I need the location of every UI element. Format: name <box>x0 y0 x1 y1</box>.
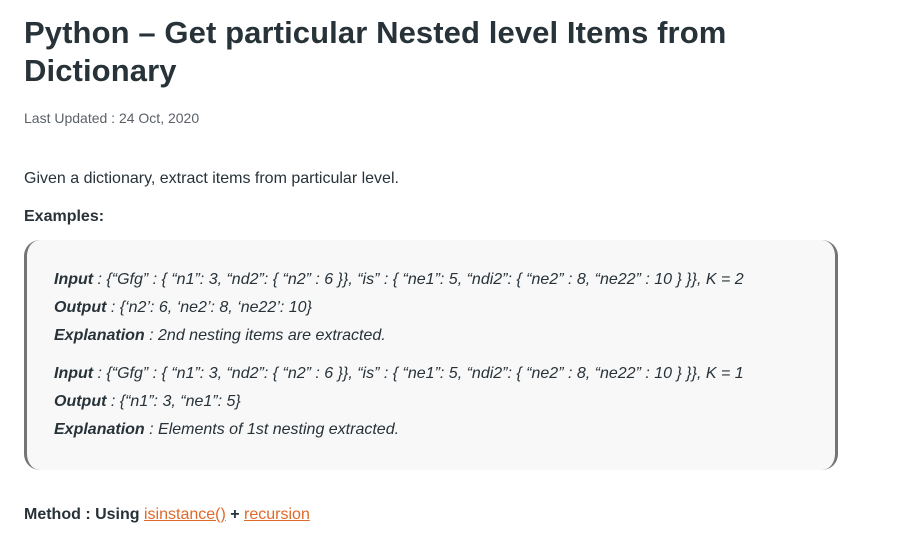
last-updated: Last Updated : 24 Oct, 2020 <box>24 110 200 126</box>
isinstance-link[interactable]: isinstance() <box>144 506 226 523</box>
output-label: Output <box>54 299 107 316</box>
intro-text: Given a dictionary, extract items from p… <box>24 170 399 187</box>
output-value: : {“n1”: 3, “ne1”: 5} <box>106 393 241 410</box>
example-2-input: Input : {“Gfg” : { “n1”: 3, “nd2”: { “n2… <box>54 360 835 388</box>
article-title: Python – Get particular Nested level Ite… <box>24 15 727 88</box>
examples-heading: Examples: <box>24 208 105 225</box>
output-label: Output <box>54 393 107 410</box>
explanation-label: Explanation <box>54 327 145 344</box>
article: Python – Get particular Nested level Ite… <box>24 0 854 523</box>
explanation-value: : 2nd nesting items are extracted. <box>144 327 386 344</box>
method-joiner: + <box>225 506 245 523</box>
method-heading: Method : Using isinstance() + recursion <box>24 506 310 524</box>
explanation-value: : Elements of 1st nesting extracted. <box>144 421 400 438</box>
output-value: : {‘n2’: 6, ‘ne2’: 8, ‘ne22’: 10} <box>106 299 312 316</box>
method-prefix: Method : Using <box>24 506 144 523</box>
example-2-explanation: Explanation : Elements of 1st nesting ex… <box>54 416 835 444</box>
examples-box: Input : {“Gfg” : { “n1”: 3, “nd2”: { “n2… <box>24 240 838 470</box>
example-1-explanation: Explanation : 2nd nesting items are extr… <box>54 322 835 350</box>
recursion-link[interactable]: recursion <box>244 506 310 523</box>
example-2-output: Output : {“n1”: 3, “ne1”: 5} <box>54 388 835 416</box>
example-1-input: Input : {“Gfg” : { “n1”: 3, “nd2”: { “n2… <box>54 266 835 294</box>
example-1-output: Output : {‘n2’: 6, ‘ne2’: 8, ‘ne22’: 10} <box>54 294 835 322</box>
input-value: : {“Gfg” : { “n1”: 3, “nd2”: { “n2” : 6 … <box>93 365 744 382</box>
input-label: Input <box>54 271 94 288</box>
input-label: Input <box>54 365 94 382</box>
explanation-label: Explanation <box>54 421 145 438</box>
input-value: : {“Gfg” : { “n1”: 3, “nd2”: { “n2” : 6 … <box>93 271 744 288</box>
